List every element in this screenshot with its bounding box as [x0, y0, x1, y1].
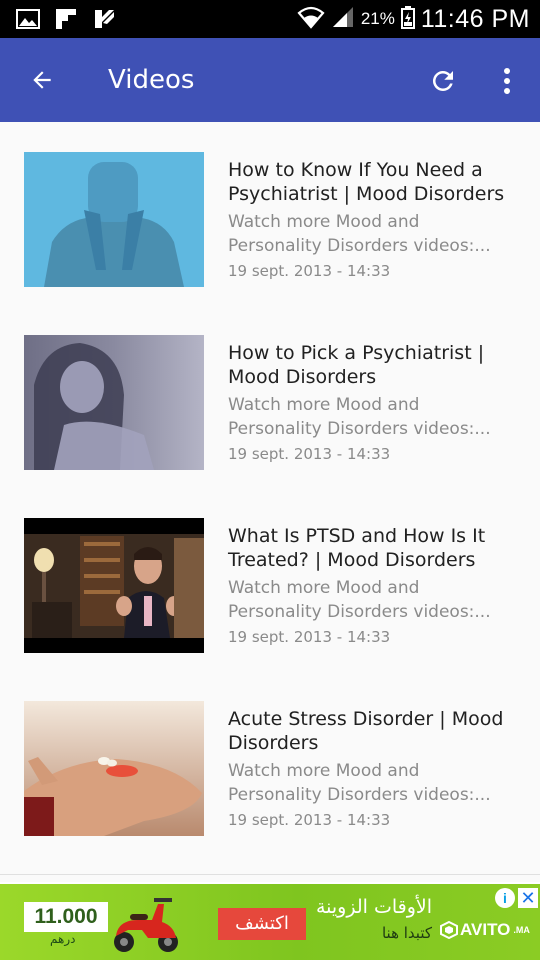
video-text: What Is PTSD and How Is It Treated? | Mo…: [228, 524, 518, 648]
video-item[interactable]: How to Pick a Psychiatrist | Mood Disord…: [0, 335, 540, 518]
arrow-back-icon: [33, 71, 51, 89]
video-description: Watch more Mood and Personality Disorder…: [228, 576, 518, 624]
video-date: 19 sept. 2013 - 14:33: [228, 628, 391, 646]
video-title: What Is PTSD and How Is It Treated? | Mo…: [228, 525, 486, 571]
video-thumbnail: [24, 152, 204, 287]
video-thumbnail: [24, 518, 204, 653]
video-title: How to Pick a Psychiatrist | Mood Disord…: [228, 342, 485, 388]
refresh-button[interactable]: [424, 62, 462, 100]
ad-currency: درهم: [50, 932, 76, 946]
video-title: Acute Stress Disorder | Mood Disorders: [228, 708, 504, 754]
video-list[interactable]: How to Know If You Need a Psychiatrist |…: [0, 122, 540, 882]
video-title: How to Know If You Need a Psychiatrist |…: [228, 159, 505, 205]
signal-icon: [331, 5, 355, 33]
info-icon[interactable]: i: [495, 888, 515, 908]
video-description-line: Personality Disorders videos:...: [228, 419, 491, 439]
wifi-icon: [297, 5, 325, 33]
ad-brand-suffix: .MA: [513, 925, 530, 935]
gallery-icon: [16, 7, 40, 31]
ad-subline: كتبدا هنا: [381, 924, 432, 942]
clock: 11:46 PM: [420, 4, 530, 33]
more-options-button[interactable]: [494, 62, 520, 100]
video-description: Watch more Mood and Personality Disorder…: [228, 210, 518, 258]
video-description-line: Personality Disorders videos:...: [228, 236, 491, 256]
battery-charging-icon: [400, 5, 415, 33]
scooter-image: [114, 898, 178, 952]
close-icon[interactable]: ✕: [518, 888, 538, 908]
app-bar: Videos: [0, 38, 540, 122]
video-text: How to Know If You Need a Psychiatrist |…: [228, 158, 518, 282]
more-vert-icon: [504, 68, 510, 94]
ad-price: 11.000: [24, 902, 108, 932]
ad-banner[interactable]: 11.000 درهم اكتشف الأوقات الزوينة كتبدا …: [0, 884, 540, 960]
back-button[interactable]: [24, 62, 60, 98]
ad-headline: الأوقات الزوينة: [315, 896, 432, 918]
video-item[interactable]: How to Know If You Need a Psychiatrist |…: [0, 152, 540, 335]
ad-cta-button[interactable]: اكتشف: [218, 908, 306, 940]
video-date: 19 sept. 2013 - 14:33: [228, 811, 391, 829]
video-description-line: Personality Disorders videos:...: [228, 785, 491, 805]
battery-percent: 21%: [360, 9, 395, 28]
check-app-icon: [92, 7, 116, 31]
video-description-line: Watch more Mood and: [228, 761, 420, 781]
notification-icons: [16, 7, 116, 31]
video-description-line: Watch more Mood and: [228, 395, 420, 415]
divider: [0, 874, 540, 875]
video-item[interactable]: What Is PTSD and How Is It Treated? | Mo…: [0, 518, 540, 701]
video-description-line: Personality Disorders videos:...: [228, 602, 491, 622]
video-description: Watch more Mood and Personality Disorder…: [228, 393, 518, 441]
video-date: 19 sept. 2013 - 14:33: [228, 262, 391, 280]
video-thumbnail: [24, 335, 204, 470]
video-text: How to Pick a Psychiatrist | Mood Disord…: [228, 341, 518, 465]
video-text: Acute Stress Disorder | Mood Disorders W…: [228, 707, 518, 831]
status-indicators: 21% 11:46 PM: [297, 4, 530, 34]
video-date: 19 sept. 2013 - 14:33: [228, 445, 391, 463]
status-bar: 21% 11:46 PM: [0, 0, 540, 38]
video-thumbnail: [24, 701, 204, 836]
video-description: Watch more Mood and Personality Disorder…: [228, 759, 518, 807]
video-description-line: Watch more Mood and: [228, 212, 420, 232]
page-title: Videos: [108, 65, 195, 95]
flipboard-icon: [54, 7, 78, 31]
ad-brand: AVITO .MA: [440, 920, 530, 940]
video-description-line: Watch more Mood and: [228, 578, 420, 598]
avito-logo-icon: [440, 921, 458, 939]
video-item[interactable]: Acute Stress Disorder | Mood Disorders W…: [0, 701, 540, 884]
refresh-icon: [432, 70, 453, 91]
ad-brand-name: AVITO: [460, 920, 511, 939]
